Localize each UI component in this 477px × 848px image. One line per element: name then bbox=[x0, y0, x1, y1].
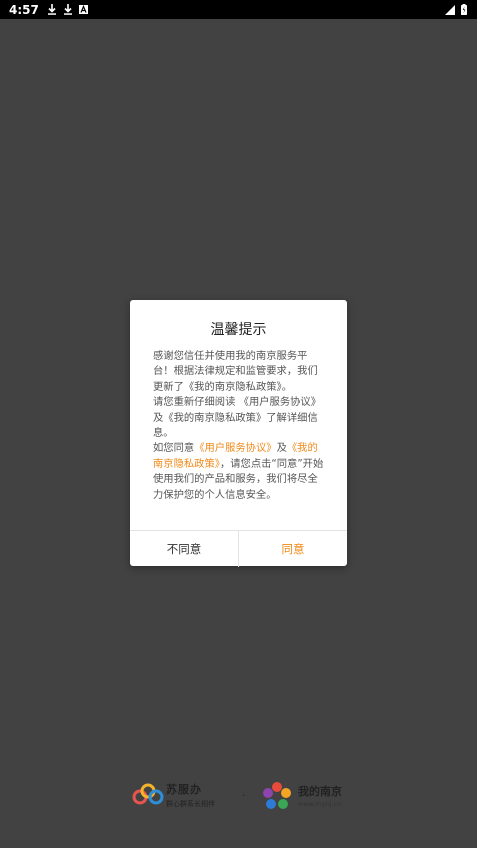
download-icon bbox=[63, 4, 73, 15]
logo-separator: · bbox=[242, 791, 246, 802]
sufuban-logo-slogan: 群心群系长相伴 bbox=[166, 800, 215, 808]
dialog-paragraph: 如您同意《用户服务协议》及《我的南京隐私政策》，请您点击“同意”开始使用我们的产… bbox=[153, 441, 327, 503]
privacy-dialog: 温馨提示 感谢您信任并使用我的南京服务平台！根据法律规定和监管要求，我们更新了《… bbox=[130, 300, 347, 567]
status-bar: 4:57 bbox=[0, 0, 477, 19]
consent-text-prefix: 如您同意 bbox=[153, 442, 195, 455]
mynj-logo-name: 我的南京 bbox=[298, 785, 342, 798]
dialog-paragraph: 感谢您信任并使用我的南京服务平台！根据法律规定和监管要求，我们更新了《我的南京隐… bbox=[153, 350, 318, 393]
dialog-button-row: 不同意 同意 bbox=[130, 530, 347, 567]
signal-icon bbox=[445, 0, 455, 19]
agree-button[interactable]: 同意 bbox=[239, 531, 347, 567]
dialog-title: 温馨提示 bbox=[210, 322, 267, 338]
mynj-logo-icon bbox=[262, 781, 292, 815]
download-icon bbox=[47, 4, 57, 15]
dialog-body: 感谢您信任并使用我的南京服务平台！根据法律规定和监管要求，我们更新了《我的南京隐… bbox=[153, 349, 327, 503]
mynj-logo-url: www.mynj.cn bbox=[298, 800, 342, 808]
battery-icon bbox=[461, 0, 467, 19]
sufuban-logo-name: 苏服办 bbox=[166, 783, 202, 796]
user-agreement-link[interactable]: 《用户服务协议》 bbox=[194, 442, 276, 454]
disagree-button[interactable]: 不同意 bbox=[130, 531, 239, 567]
footer-logos: 苏服办 群心群系长相伴 · 我的南京 www.mynj.cn bbox=[0, 775, 477, 820]
sufuban-logo-icon bbox=[132, 783, 164, 811]
status-time: 4:57 bbox=[9, 2, 39, 17]
consent-text-and: 及 bbox=[276, 442, 287, 455]
dialog-paragraph: 请您重新仔细阅读 《用户服务协议》及《我的南京隐私政策》了解详细信息。 bbox=[153, 396, 322, 440]
app-notification-icon bbox=[78, 5, 88, 14]
